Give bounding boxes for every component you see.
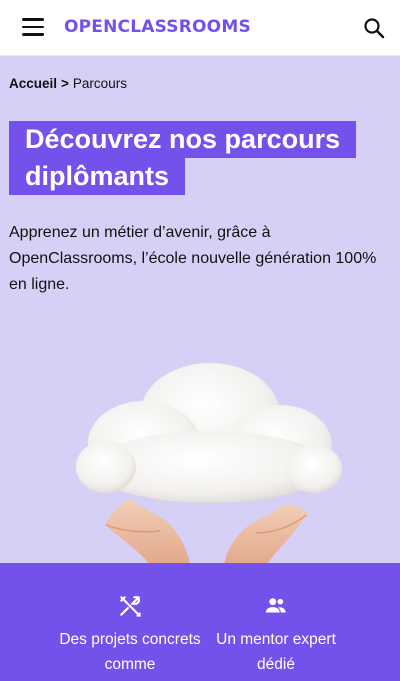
feature-mentor: Un mentor expert dédié [201,593,351,677]
page-title-line-1: Découvrez nos parcours [9,121,357,158]
feature-mentor-label: Un mentor expert dédié [216,631,336,673]
breadcrumb: Accueil > Parcours [9,76,127,91]
page-subtitle: Apprenez un métier d’avenir, grâce à Ope… [9,224,377,293]
cloud-in-hands-illustration [76,363,342,565]
people-icon [265,598,286,613]
feature-projects: Des projets concrets comme [55,593,205,677]
page-title: Découvrez nos parcours diplômants [9,121,357,195]
features-band: Des projets concrets comme Un mentor exp… [0,563,400,681]
search-icon[interactable] [362,16,386,40]
breadcrumb-home-link[interactable]: Accueil [9,76,57,91]
openclassrooms-logo[interactable]: OPENCLASSROOMS [64,17,251,37]
tools-icon [120,595,141,617]
breadcrumb-current: Parcours [72,76,127,91]
hamburger-menu-icon[interactable] [22,18,44,36]
breadcrumb-separator: > [61,76,69,91]
page-title-line-2: diplômants [9,158,186,195]
feature-projects-label: Des projets concrets comme [59,631,201,673]
top-header: OPENCLASSROOMS [0,0,400,56]
